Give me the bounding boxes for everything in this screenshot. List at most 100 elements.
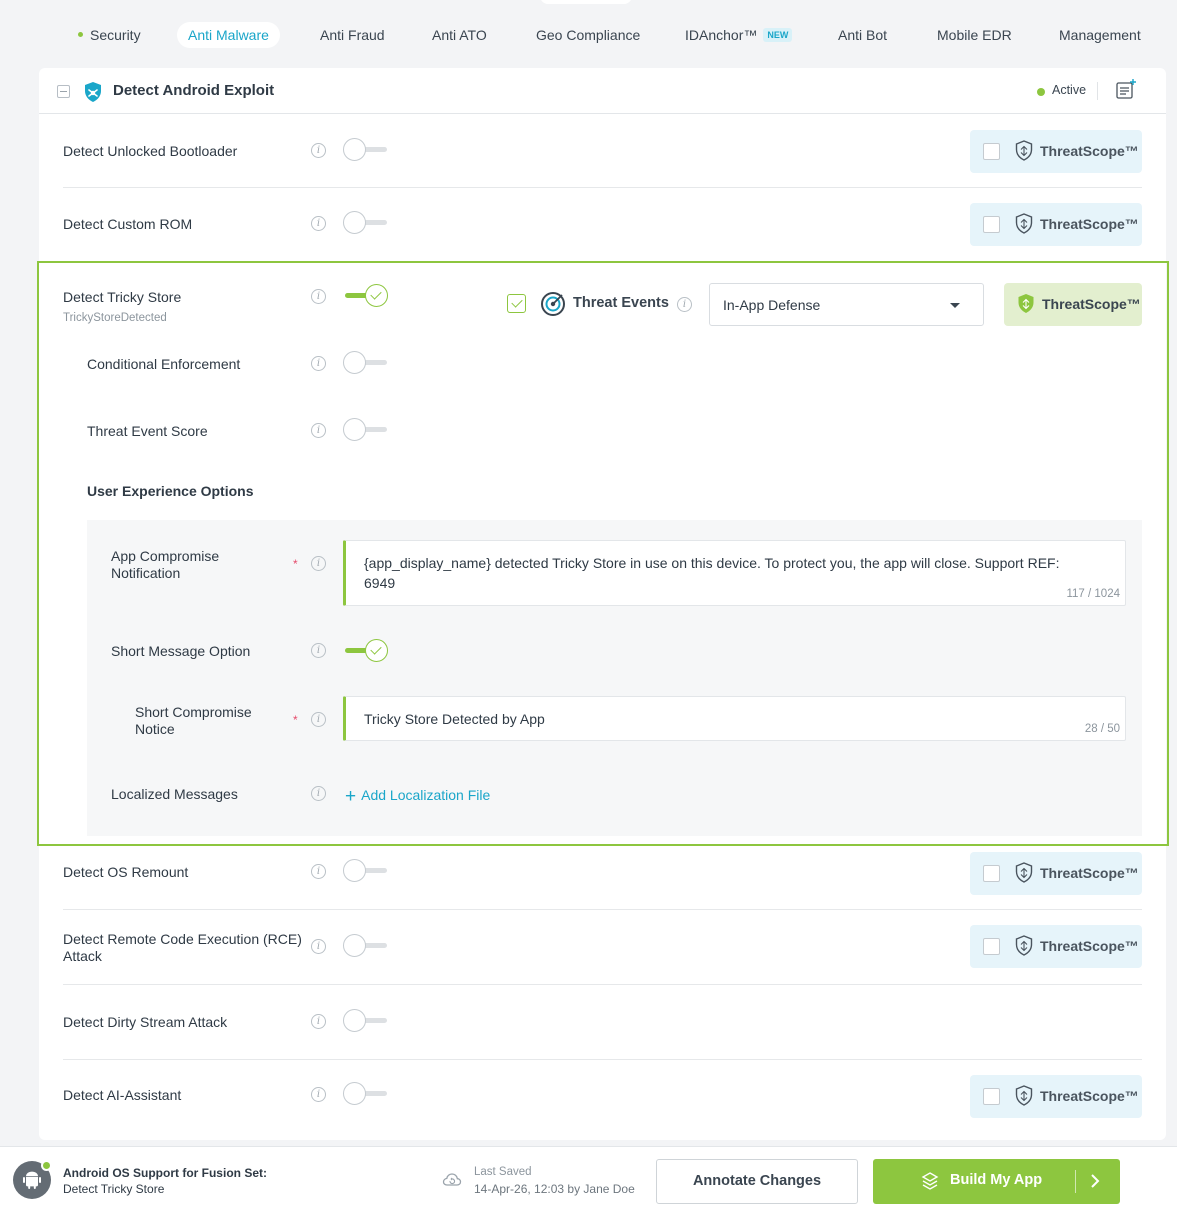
add-localization-file-link[interactable]: + Add Localization File (345, 786, 490, 808)
last-saved-label: Last Saved (474, 1166, 532, 1178)
row-divider (63, 187, 1142, 188)
info-icon[interactable]: i (311, 1014, 326, 1029)
threatscope-shield-icon (1015, 140, 1033, 164)
tab-label: Anti Bot (838, 27, 888, 43)
toggle-tricky-store[interactable] (343, 284, 389, 308)
tab-anti-bot[interactable]: Anti Bot (838, 22, 887, 48)
toggle-rce-attack[interactable] (343, 934, 389, 958)
card-title: Detect Android Exploit (113, 82, 275, 99)
status-dot-icon (78, 32, 83, 37)
threatscope-shield-icon (1015, 213, 1033, 237)
annotate-changes-button[interactable]: Annotate Changes (656, 1159, 858, 1204)
toggle-dirty-stream[interactable] (343, 1009, 389, 1033)
threatscope-option[interactable]: ThreatScope™ (970, 852, 1142, 895)
info-icon[interactable]: i (311, 786, 326, 801)
info-icon[interactable]: i (311, 864, 326, 879)
tab-label: Mobile EDR (937, 27, 1012, 43)
info-icon[interactable]: i (677, 297, 692, 312)
tab-anti-ato[interactable]: Anti ATO (432, 22, 487, 48)
threatscope-option[interactable]: ThreatScope™ (970, 1075, 1142, 1118)
threatscope-shield-icon (1015, 935, 1033, 959)
chevron-right-icon[interactable] (1090, 1174, 1100, 1191)
char-count: 28 / 50 (1084, 723, 1120, 735)
tab-security[interactable]: Security (78, 22, 141, 48)
fusion-set-subtitle: Detect Tricky Store (63, 1182, 165, 1196)
info-icon[interactable]: i (311, 556, 326, 571)
short-notice-input[interactable]: Tricky Store Detected by App 28 / 50 (343, 696, 1126, 741)
android-avatar (13, 1160, 52, 1199)
app-notification-label-line1: App Compromise (111, 548, 220, 564)
row-divider (63, 909, 1142, 910)
app-notification-textarea[interactable]: {app_display_name} detected Tricky Store… (343, 540, 1126, 606)
threatscope-option-enabled[interactable]: ThreatScope™ (1004, 283, 1142, 326)
threat-event-score-label: Threat Event Score (87, 423, 208, 439)
tab-anti-malware[interactable]: Anti Malware (177, 22, 280, 48)
row-label-os-remount: Detect OS Remount (63, 864, 189, 880)
tab-geo-compliance[interactable]: Geo Compliance (536, 22, 640, 48)
toggle-conditional-enforcement[interactable] (343, 351, 389, 375)
info-icon[interactable]: i (311, 712, 326, 727)
card-header: Detect Android Exploit Active (39, 68, 1166, 114)
threatscope-label: ThreatScope™ (1042, 296, 1141, 312)
threatscope-option[interactable]: ThreatScope™ (970, 925, 1142, 968)
toggle-threat-event-score[interactable] (343, 418, 389, 442)
threatscope-checkbox[interactable] (983, 143, 1000, 160)
build-my-app-button[interactable]: Build My App (873, 1159, 1120, 1204)
threatscope-label: ThreatScope™ (1040, 865, 1139, 881)
response-action-select[interactable]: In-App Defense (709, 283, 984, 326)
row-divider (63, 1059, 1142, 1060)
row-label-custom-rom: Detect Custom ROM (63, 216, 193, 232)
info-icon[interactable]: i (311, 289, 326, 304)
info-icon[interactable]: i (311, 939, 326, 954)
tab-label: Anti Malware (188, 27, 269, 43)
tab-label: Security (90, 27, 141, 43)
link-label: Add Localization File (361, 787, 491, 803)
short-notice-label-line2: Notice (135, 721, 175, 737)
short-notice-label-line1: Short Compromise (135, 704, 252, 720)
threatscope-option[interactable]: ThreatScope™ (970, 130, 1142, 173)
tab-anti-fraud[interactable]: Anti Fraud (320, 22, 385, 48)
fusion-set-title: Android OS Support for Fusion Set: (63, 1166, 267, 1180)
select-value: In-App Defense (723, 297, 821, 313)
threatscope-shield-icon (1015, 862, 1033, 886)
plus-icon: + (345, 786, 357, 807)
info-icon[interactable]: i (311, 423, 326, 438)
toggle-ai-assistant[interactable] (343, 1082, 389, 1106)
threatscope-checkbox[interactable] (983, 938, 1000, 955)
collapse-icon[interactable] (57, 85, 70, 98)
short-message-option-label: Short Message Option (111, 643, 251, 659)
short-notice-text: Tricky Store Detected by App (364, 711, 545, 727)
row-label-unlocked-bootloader: Detect Unlocked Bootloader (63, 143, 238, 159)
cloud-sync-icon (442, 1172, 462, 1191)
row-label-tricky-store: Detect Tricky Store (63, 289, 182, 305)
info-icon[interactable]: i (311, 356, 326, 371)
threatscope-checkbox[interactable] (983, 865, 1000, 882)
required-marker: * (293, 557, 298, 571)
toggle-os-remount[interactable] (343, 859, 389, 883)
localized-messages-label: Localized Messages (111, 786, 238, 802)
add-note-icon[interactable] (1115, 78, 1137, 103)
threat-events-checkbox[interactable] (507, 294, 526, 313)
tab-mobile-edr[interactable]: Mobile EDR (937, 22, 1012, 48)
toggle-custom-rom[interactable] (343, 211, 389, 235)
info-icon[interactable]: i (311, 216, 326, 231)
tab-label: IDAnchor™ (685, 27, 758, 43)
build-icon (921, 1172, 939, 1193)
tab-management[interactable]: Management (1059, 22, 1141, 48)
threatscope-checkbox[interactable] (983, 216, 1000, 233)
threatscope-checkbox[interactable] (983, 1088, 1000, 1105)
toggle-unlocked-bootloader[interactable] (343, 138, 389, 162)
header-divider (1097, 82, 1098, 100)
info-icon[interactable]: i (311, 143, 326, 158)
toggle-short-message[interactable] (343, 639, 389, 663)
threatscope-shield-icon (1015, 1085, 1033, 1109)
threatscope-label: ThreatScope™ (1040, 216, 1139, 232)
tab-idanchor[interactable]: IDAnchor™ NEW (685, 22, 793, 48)
info-icon[interactable]: i (311, 1087, 326, 1102)
app-notification-label-line2: Notification (111, 565, 181, 581)
active-status-dot (1037, 88, 1045, 96)
threatscope-option[interactable]: ThreatScope™ (970, 203, 1142, 246)
info-icon[interactable]: i (311, 643, 326, 658)
shield-bug-icon (83, 81, 103, 106)
notification-text-line2: 6949 (364, 575, 396, 591)
